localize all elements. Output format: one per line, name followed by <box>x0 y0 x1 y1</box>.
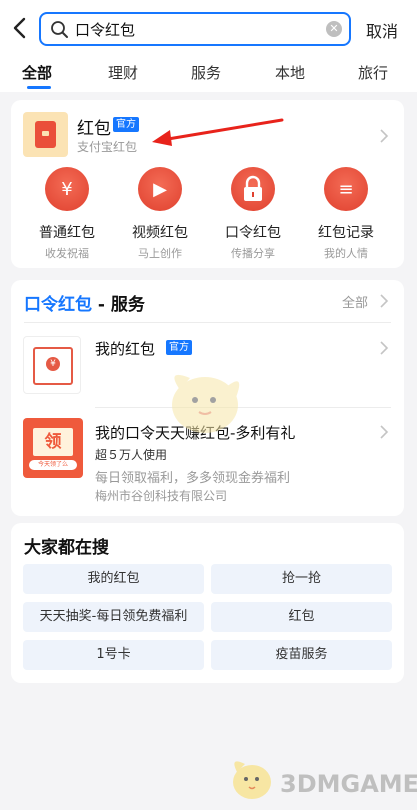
clear-icon[interactable]: ✕ <box>326 21 342 37</box>
popular-title: 大家都在搜 <box>24 538 109 558</box>
services-section-title: 口令红包 - 服务 <box>24 290 145 315</box>
service-desc: 每日领取福利，多多领现金券福利 <box>95 471 291 486</box>
func-password-hongbao[interactable]: 口令红包 传播分享 <box>208 167 298 261</box>
popular-chip[interactable]: 1号卡 <box>23 640 204 670</box>
func-desc: 我的人情 <box>324 247 368 260</box>
annotation-arrow-icon <box>152 118 284 146</box>
func-desc: 收发祝福 <box>45 247 89 260</box>
tab-services[interactable]: 服务 <box>191 62 221 83</box>
hongbao-title[interactable]: 红包 <box>77 114 111 139</box>
func-video-hongbao[interactable]: ▶ 视频红包 马上创作 <box>115 167 205 261</box>
func-hongbao-record[interactable]: ≡ 红包记录 我的人情 <box>301 167 391 261</box>
yuan-icon: ¥ <box>61 178 73 200</box>
func-desc: 马上创作 <box>138 247 182 260</box>
chevron-right-icon[interactable] <box>379 425 389 439</box>
mascot-watermark-icon <box>172 374 240 433</box>
func-label: 口令红包 <box>225 225 281 241</box>
official-badge: 官方 <box>113 117 139 132</box>
search-query-text: 口令红包 <box>75 21 136 39</box>
my-hongbao-icon[interactable]: ¥ <box>23 336 81 394</box>
service-name[interactable]: 我的红包 <box>95 338 155 359</box>
hongbao-subtitle: 支付宝红包 <box>77 140 138 154</box>
top-bar: 口令红包 ✕ 取消 <box>0 0 417 52</box>
func-label: 红包记录 <box>318 225 374 241</box>
search-input[interactable]: 口令红包 ✕ <box>39 12 351 46</box>
popular-chip[interactable]: 抢一抢 <box>211 564 392 594</box>
popular-chip[interactable]: 天天抽奖-每日领免费福利 <box>23 602 204 632</box>
func-normal-hongbao[interactable]: ¥ 普通红包 收发祝福 <box>22 167 112 261</box>
section-title-rest: - 服务 <box>92 295 145 315</box>
user-count: 超５万人使用 <box>95 448 168 462</box>
lock-icon <box>244 175 262 201</box>
tab-travel[interactable]: 旅行 <box>358 62 388 83</box>
cancel-button[interactable]: 取消 <box>366 18 398 42</box>
site-watermark: 3DMGAME <box>225 740 417 810</box>
tab-all[interactable]: 全部 <box>22 62 52 83</box>
official-badge: 官方 <box>166 340 192 355</box>
ling-glyph: 领 <box>33 428 73 456</box>
coin-icon: ¥ <box>46 357 60 371</box>
icon-tag: 今天领了么 <box>29 460 77 470</box>
section-title-highlight: 口令红包 <box>24 295 92 315</box>
watermark-text: 3DMGAME <box>280 770 417 798</box>
chevron-right-icon[interactable] <box>379 129 389 143</box>
daily-reward-app-icon[interactable]: 领 今天领了么 <box>23 418 83 478</box>
see-all-link[interactable]: 全部 <box>342 292 368 311</box>
chevron-right-icon[interactable] <box>379 294 389 308</box>
search-icon <box>51 21 68 38</box>
divider <box>24 322 391 323</box>
tab-finance[interactable]: 理财 <box>108 62 138 83</box>
red-envelope-icon[interactable] <box>23 112 68 157</box>
popular-searches-card: 大家都在搜 我的红包 抢一抢 天天抽奖-每日领免费福利 红包 1号卡 疫苗服务 <box>11 523 404 683</box>
popular-chip[interactable]: 红包 <box>211 602 392 632</box>
video-icon: ▶ <box>153 178 167 200</box>
watermark-mascot-icon <box>233 761 271 799</box>
record-icon: ≡ <box>338 178 354 200</box>
tab-local[interactable]: 本地 <box>275 62 305 83</box>
func-label: 视频红包 <box>132 225 188 241</box>
back-icon[interactable] <box>10 16 30 40</box>
popular-chip[interactable]: 我的红包 <box>23 564 204 594</box>
func-label: 普通红包 <box>39 225 95 241</box>
active-tab-indicator <box>27 86 51 89</box>
company-name: 梅州市谷创科技有限公司 <box>95 489 228 503</box>
func-desc: 传播分享 <box>231 247 275 260</box>
chevron-right-icon[interactable] <box>379 341 389 355</box>
category-tabs: 全部 理财 服务 本地 旅行 <box>0 52 417 92</box>
popular-chip[interactable]: 疫苗服务 <box>211 640 392 670</box>
